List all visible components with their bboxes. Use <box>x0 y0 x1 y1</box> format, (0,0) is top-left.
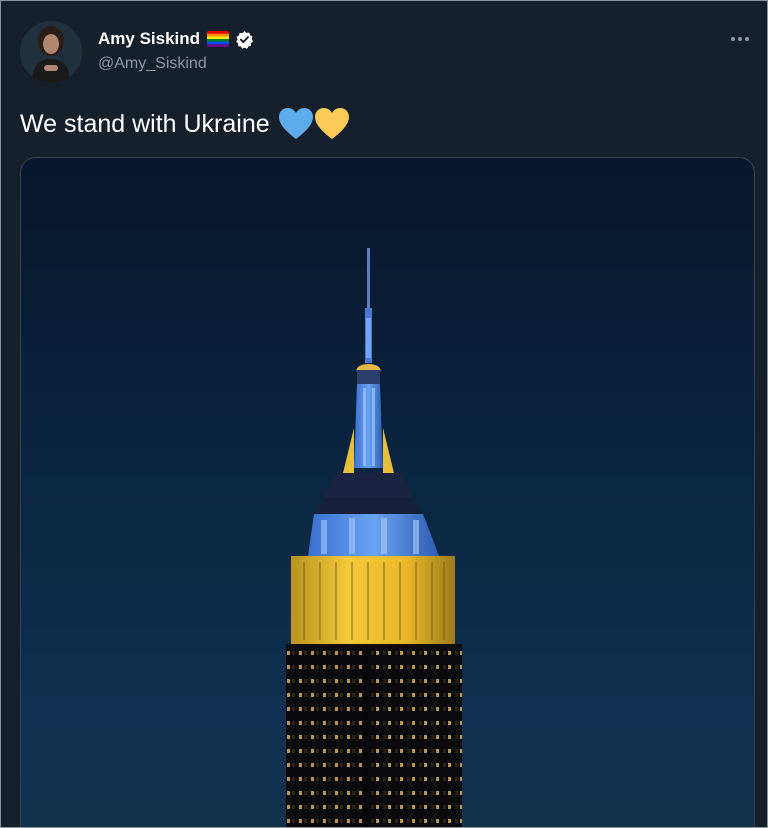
author-name-row: Amy Siskind <box>98 28 254 50</box>
more-options-button[interactable] <box>727 29 753 49</box>
avatar[interactable] <box>20 21 82 83</box>
empire-state-building-photo <box>21 158 754 827</box>
tweet-card: Amy Siskind @Amy_Siskind We stand with U… <box>0 0 768 828</box>
author-display-name[interactable]: Amy Siskind <box>98 29 200 49</box>
tweet-text-label: We stand with Ukraine <box>20 109 270 138</box>
tweet-text: We stand with Ukraine <box>20 107 350 141</box>
more-options-icon <box>731 37 749 41</box>
rainbow-flag-icon <box>207 31 230 47</box>
verified-badge-icon <box>235 30 254 49</box>
yellow-heart-icon <box>314 107 350 141</box>
author-handle[interactable]: @Amy_Siskind <box>98 55 207 73</box>
tweet-media-image[interactable] <box>20 157 755 827</box>
avatar-photo <box>20 21 82 83</box>
blue-heart-icon <box>278 107 314 141</box>
